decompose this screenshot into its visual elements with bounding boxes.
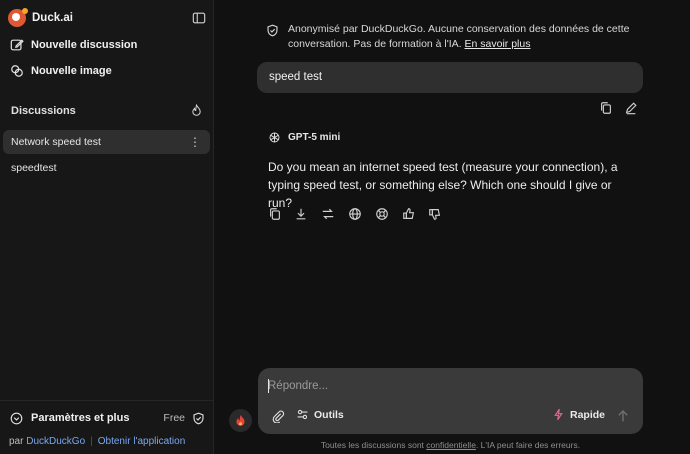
byline: par DuckDuckGo | Obtenir l'application — [9, 436, 185, 447]
more-options-icon[interactable]: ⋮ — [189, 136, 201, 148]
mode-selector-button[interactable]: Rapide — [552, 408, 605, 421]
sidebar-footer: Paramètres et plus Free par DuckDuckGo | O… — [0, 400, 214, 454]
image-icon — [11, 65, 23, 77]
fire-icon — [236, 414, 245, 426]
assistant-message: Do you mean an internet speed test (meas… — [268, 160, 618, 210]
paperclip-icon[interactable] — [271, 409, 285, 423]
copy-icon[interactable] — [268, 207, 282, 221]
conversation-item-speedtest[interactable]: speedtest — [3, 156, 210, 180]
lightning-icon — [554, 408, 563, 421]
new-image-button[interactable]: Nouvelle image — [10, 61, 206, 81]
disclaimer-text: Toutes les discussions sont — [320, 440, 424, 450]
discussions-heading: Discussions — [11, 104, 203, 117]
privacy-notice-text: Anonymisé par DuckDuckGo. Aucune conserv… — [288, 22, 646, 52]
switch-model-icon[interactable] — [321, 207, 335, 221]
privacy-notice-body: Anonymisé par DuckDuckGo. Aucune conserv… — [288, 23, 630, 50]
discussions-label: Discussions — [11, 104, 76, 117]
learn-more-link[interactable]: En savoir plus — [465, 38, 531, 50]
chevron-down-circle-icon — [10, 412, 23, 424]
duckduckgo-link[interactable]: DuckDuckGo — [26, 436, 85, 447]
mode-label: Rapide — [570, 408, 606, 421]
settings-label: Paramètres et plus — [31, 412, 130, 424]
sidebar-header: Duck.ai — [8, 8, 206, 28]
shield-check-icon — [267, 24, 278, 37]
help-lifebuoy-icon[interactable] — [375, 207, 389, 221]
tools-label: Outils — [314, 408, 344, 421]
fire-icon[interactable] — [190, 104, 203, 117]
get-app-link[interactable]: Obtenir l'application — [98, 436, 186, 447]
byline-prefix: par — [9, 436, 24, 447]
tools-button[interactable]: Outils — [296, 408, 344, 421]
edit-icon — [10, 39, 24, 51]
privacy-notice: Anonymisé par DuckDuckGo. Aucune conserv… — [266, 22, 646, 52]
sidebar: Duck.ai Nouvelle discussion Nouvelle ima… — [0, 0, 214, 454]
new-image-label: Nouvelle image — [31, 65, 112, 77]
send-arrow-icon[interactable] — [615, 408, 631, 424]
confidential-link[interactable]: confidentielle — [426, 440, 476, 450]
edit-pencil-icon[interactable] — [624, 101, 638, 115]
download-icon[interactable] — [294, 207, 308, 221]
model-label: GPT-5 mini — [268, 131, 340, 144]
openai-icon — [269, 132, 280, 143]
sliders-icon — [297, 409, 308, 420]
plan-badge: Free — [163, 412, 185, 424]
thumbs-up-icon[interactable] — [402, 207, 416, 221]
user-message-bubble: speed test — [257, 62, 643, 93]
disclaimer-text-end: . L'IA peut faire des erreurs. — [475, 440, 581, 450]
conversation-label: Network speed test — [11, 136, 101, 148]
shield-check-icon — [193, 412, 204, 424]
copy-icon[interactable] — [599, 101, 613, 115]
globe-icon[interactable] — [348, 207, 362, 221]
conversation-item-network-speed-test[interactable]: Network speed test ⋮ — [3, 130, 210, 154]
reply-input[interactable] — [268, 377, 628, 395]
model-name: GPT-5 mini — [288, 132, 341, 143]
clear-conversation-button[interactable] — [229, 409, 252, 432]
new-chat-label: Nouvelle discussion — [31, 39, 138, 51]
disclaimer: Toutes les discussions sont confidentiel… — [258, 440, 643, 450]
byline-separator: | — [90, 436, 93, 447]
new-chat-button[interactable]: Nouvelle discussion — [10, 35, 206, 55]
toggle-sidebar-icon[interactable] — [192, 11, 206, 25]
text-caret — [268, 379, 269, 393]
settings-button[interactable]: Paramètres et plus Free — [10, 409, 205, 427]
brand-name: Duck.ai — [32, 12, 73, 24]
composer: Outils Rapide — [258, 368, 643, 434]
conversation-label: speedtest — [11, 162, 57, 174]
thumbs-down-icon[interactable] — [428, 207, 442, 221]
duck-logo-icon[interactable] — [8, 8, 28, 27]
